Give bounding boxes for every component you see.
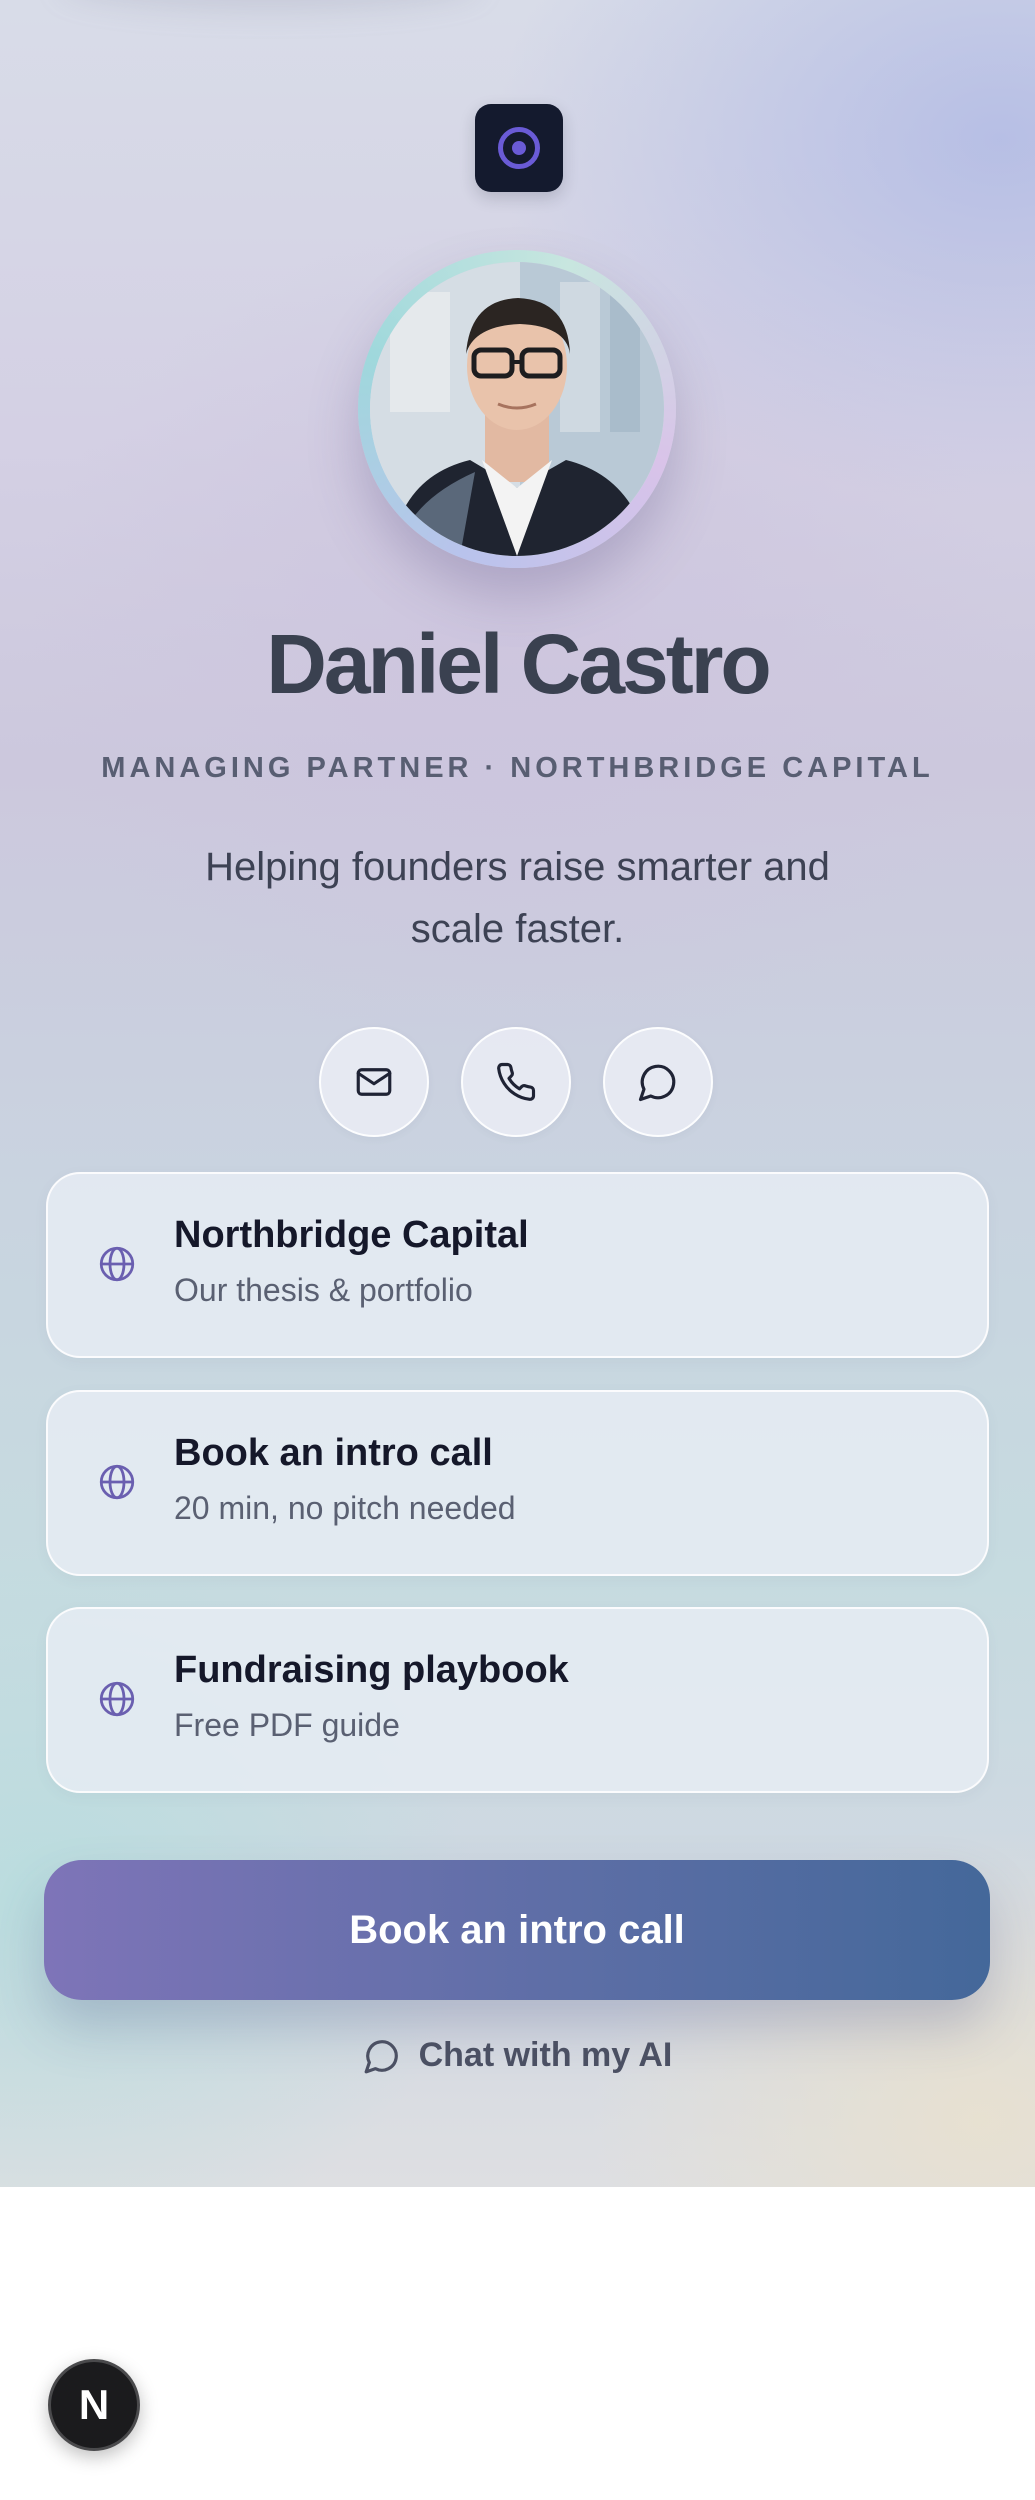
link-title: Fundraising playbook bbox=[174, 1649, 569, 1691]
top-shadow bbox=[60, 0, 480, 10]
mail-icon bbox=[356, 1068, 392, 1096]
target-icon bbox=[498, 127, 540, 169]
link-card-playbook[interactable]: Fundraising playbook Free PDF guide bbox=[46, 1607, 989, 1793]
phone-icon bbox=[497, 1062, 536, 1101]
link-card-northbridge[interactable]: Northbridge Capital Our thesis & portfol… bbox=[46, 1172, 989, 1358]
link-subtitle: 20 min, no pitch needed bbox=[174, 1490, 516, 1526]
globe-icon bbox=[99, 1246, 135, 1282]
link-title: Northbridge Capital bbox=[174, 1214, 529, 1256]
link-card-intro-call[interactable]: Book an intro call 20 min, no pitch need… bbox=[46, 1390, 989, 1576]
globe-icon bbox=[99, 1681, 135, 1717]
floating-action-button[interactable]: N bbox=[48, 2359, 140, 2451]
email-button[interactable] bbox=[319, 1027, 429, 1137]
link-subtitle: Free PDF guide bbox=[174, 1707, 400, 1743]
phone-button[interactable] bbox=[461, 1027, 571, 1137]
chat-with-ai-label: Chat with my AI bbox=[418, 2036, 673, 2074]
profile-name: Daniel Castro bbox=[266, 617, 772, 711]
profile-page: Daniel Castro MANAGING PARTNER · NORTHBR… bbox=[0, 0, 1035, 2187]
chat-bubble-icon bbox=[364, 2039, 398, 2073]
profile-subtitle: MANAGING PARTNER · NORTHBRIDGE CAPITAL bbox=[101, 752, 934, 784]
link-title: Book an intro call bbox=[174, 1432, 493, 1474]
link-subtitle: Our thesis & portfolio bbox=[174, 1272, 473, 1308]
profile-tagline: Helping founders raise smarter and scale… bbox=[205, 845, 830, 951]
chat-with-ai-link[interactable]: Chat with my AI bbox=[0, 2036, 1035, 2075]
avatar bbox=[370, 262, 664, 556]
chat-bubble-icon bbox=[638, 1064, 676, 1102]
message-button[interactable] bbox=[603, 1027, 713, 1137]
brand-logo bbox=[475, 104, 563, 192]
book-intro-call-button[interactable]: Book an intro call bbox=[44, 1860, 990, 2000]
globe-icon bbox=[99, 1464, 135, 1500]
avatar-ring bbox=[358, 250, 676, 568]
